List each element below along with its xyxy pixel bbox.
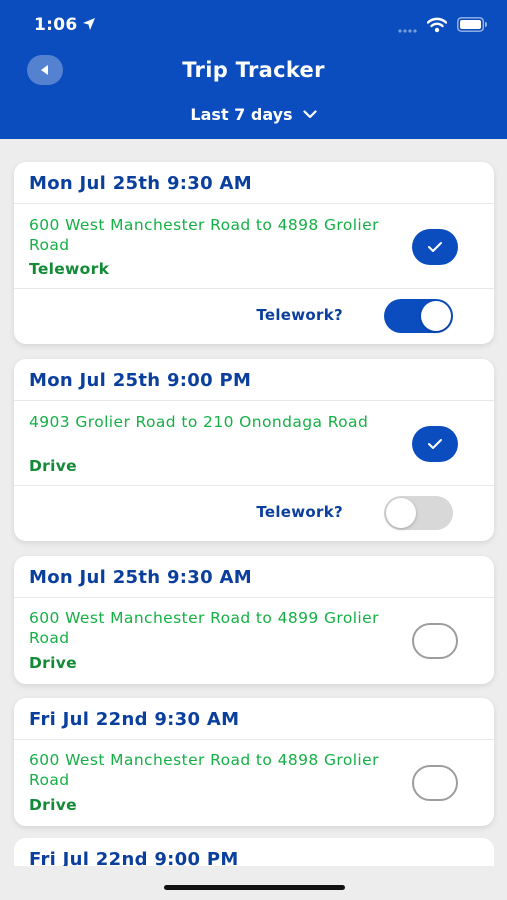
app-header: 1:06 Trip Tracker Last 7 days bbox=[0, 0, 507, 139]
trip-checkbox-unchecked[interactable] bbox=[412, 765, 458, 801]
trip-date: Mon Jul 25th 9:30 AM bbox=[29, 173, 252, 194]
trip-route: 600 West Manchester Road to 4898 Grolier… bbox=[29, 216, 379, 254]
location-arrow-icon bbox=[83, 18, 95, 30]
wifi-icon bbox=[427, 17, 447, 33]
checkmark-icon bbox=[428, 242, 442, 252]
trip-date: Mon Jul 25th 9:30 AM bbox=[29, 567, 252, 588]
trip-card: Mon Jul 25th 9:00 PM 4903 Grolier Road t… bbox=[14, 359, 494, 541]
trip-date: Fri Jul 22nd 9:30 AM bbox=[29, 709, 240, 730]
signal-icon bbox=[398, 29, 417, 33]
divider bbox=[14, 597, 494, 598]
divider bbox=[14, 739, 494, 740]
trip-checkbox-unchecked[interactable] bbox=[412, 623, 458, 659]
toggle-knob bbox=[386, 498, 416, 528]
telework-label: Telework? bbox=[256, 306, 343, 324]
trip-mode: Drive bbox=[29, 654, 77, 672]
chevron-down-icon bbox=[302, 110, 317, 119]
toggle-knob bbox=[421, 301, 451, 331]
trip-route: 600 West Manchester Road to 4898 Grolier… bbox=[29, 751, 379, 789]
divider bbox=[14, 288, 494, 289]
telework-toggle[interactable] bbox=[384, 496, 453, 530]
trip-route: 4903 Grolier Road to 210 Onondaga Road bbox=[29, 413, 369, 431]
period-dropdown[interactable]: Last 7 days bbox=[0, 105, 507, 124]
battery-icon bbox=[457, 17, 487, 32]
home-indicator[interactable] bbox=[164, 885, 345, 890]
status-time: 1:06 bbox=[34, 15, 78, 35]
telework-toggle[interactable] bbox=[384, 299, 453, 333]
trip-mode: Telework bbox=[29, 260, 110, 278]
trip-card: Mon Jul 25th 9:30 AM 600 West Manchester… bbox=[14, 556, 494, 684]
divider bbox=[14, 400, 494, 401]
trip-mode: Drive bbox=[29, 457, 77, 475]
telework-label: Telework? bbox=[256, 503, 343, 521]
trip-card: Fri Jul 22nd 9:30 AM 600 West Manchester… bbox=[14, 698, 494, 826]
checkmark-icon bbox=[428, 439, 442, 449]
page-title: Trip Tracker bbox=[182, 58, 325, 82]
trip-mode: Drive bbox=[29, 796, 77, 814]
home-indicator-area bbox=[0, 866, 507, 900]
divider bbox=[14, 485, 494, 486]
period-label: Last 7 days bbox=[190, 105, 293, 124]
trip-checkbox-checked[interactable] bbox=[412, 229, 458, 265]
trip-route: 600 West Manchester Road to 4899 Grolier… bbox=[29, 609, 379, 647]
trip-card: Mon Jul 25th 9:30 AM 600 West Manchester… bbox=[14, 162, 494, 344]
divider bbox=[14, 203, 494, 204]
status-bar: 1:06 bbox=[0, 0, 507, 50]
trip-date: Mon Jul 25th 9:00 PM bbox=[29, 370, 252, 391]
trip-checkbox-checked[interactable] bbox=[412, 426, 458, 462]
